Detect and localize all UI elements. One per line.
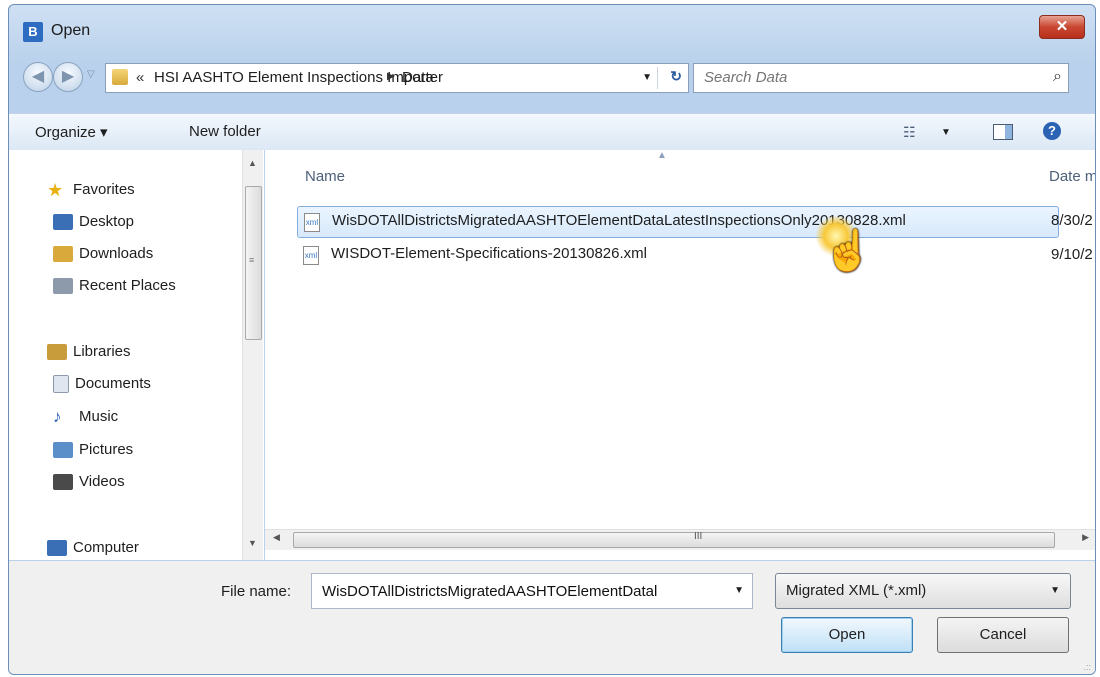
file-type-value: Migrated XML (*.xml): [786, 582, 927, 599]
sidebar-item-computer[interactable]: Computer: [47, 536, 139, 560]
documents-icon: [53, 375, 69, 394]
sidebar-item-label: Videos: [79, 473, 125, 490]
computer-icon: [47, 540, 67, 557]
address-dropdown-icon[interactable]: ▼: [642, 72, 652, 83]
column-header-date-modified[interactable]: Date m: [1049, 168, 1095, 185]
command-toolbar: Organize ▾ New folder ☷ ▼ ?: [9, 113, 1095, 151]
sidebar-item-label: Recent Places: [79, 277, 176, 294]
xml-file-icon: xml: [303, 246, 319, 265]
libraries-icon: [47, 344, 67, 361]
app-icon: B: [23, 22, 43, 42]
organize-button[interactable]: Organize ▾: [35, 123, 108, 141]
breadcrumb-overflow-chevron[interactable]: «: [136, 69, 144, 86]
sidebar-item-recent-places[interactable]: Recent Places: [53, 274, 176, 298]
open-file-dialog: B Open ✕ ◀ ▶ ▽ « HSI AASHTO Element Insp…: [8, 4, 1096, 675]
hand-cursor-icon: ☝: [823, 229, 873, 273]
forward-button[interactable]: ▶: [53, 62, 83, 92]
sidebar-item-label: Desktop: [79, 213, 135, 230]
sidebar-item-favorites[interactable]: ★ Favorites: [47, 178, 135, 202]
file-list: ▲ Name Date m xml WisDOTAllDistrictsMigr…: [265, 150, 1095, 560]
views-dropdown-icon[interactable]: ▼: [941, 127, 951, 138]
scroll-left-icon[interactable]: ◀: [273, 532, 280, 543]
file-name-label: File name:: [221, 583, 292, 600]
sidebar-item-pictures[interactable]: Pictures: [53, 438, 133, 462]
help-icon[interactable]: ?: [1043, 122, 1061, 140]
xml-file-icon: xml: [304, 213, 320, 232]
sidebar-item-label: Pictures: [79, 441, 134, 458]
sidebar-item-label: Favorites: [73, 181, 135, 198]
sidebar-item-music[interactable]: ♪ Music: [53, 405, 118, 429]
star-icon: ★: [47, 180, 64, 201]
sidebar-item-label: Documents: [75, 375, 151, 392]
file-list-horizontal-scrollbar[interactable]: ◀ III ▶: [265, 529, 1095, 550]
desktop-icon: [53, 214, 73, 231]
navigation-pane: ★ Favorites Desktop Downloads Recent Plac…: [9, 150, 264, 560]
dialog-footer: File name: ▼ Migrated XML (*.xml) ▼ Open…: [9, 561, 1095, 674]
music-icon: ♪: [53, 407, 62, 427]
search-icon[interactable]: ⌕: [1053, 68, 1062, 86]
column-header-name[interactable]: Name: [305, 168, 345, 185]
address-divider: [657, 67, 658, 89]
search-box[interactable]: ⌕: [693, 63, 1069, 93]
title-bar[interactable]: B Open ✕: [9, 5, 1095, 49]
navigation-bar: ◀ ▶ ▽ « HSI AASHTO Element Inspections I…: [9, 55, 1095, 95]
refresh-icon[interactable]: ↻: [670, 68, 682, 85]
search-input[interactable]: [702, 68, 1026, 87]
cancel-button[interactable]: Cancel: [937, 617, 1069, 653]
sidebar-item-videos[interactable]: Videos: [53, 470, 125, 494]
new-folder-button[interactable]: New folder: [189, 123, 261, 140]
recent-places-icon: [53, 278, 73, 295]
file-date: 9/10/2: [1051, 246, 1093, 263]
scroll-right-icon[interactable]: ▶: [1082, 532, 1089, 543]
sidebar-item-libraries[interactable]: Libraries: [47, 340, 131, 364]
file-row[interactable]: xml WISDOT-Element-Specifications-201308…: [297, 240, 1057, 270]
resize-grip-icon[interactable]: .::: [1083, 662, 1091, 672]
scrollbar-grip-icon: III: [694, 531, 703, 542]
sidebar-item-downloads[interactable]: Downloads: [53, 242, 153, 266]
folder-icon: [112, 69, 128, 85]
close-button[interactable]: ✕: [1039, 15, 1085, 39]
file-type-dropdown-icon[interactable]: ▼: [1050, 585, 1060, 596]
breadcrumb-importer-folder[interactable]: HSI AASHTO Element Inspections Importer: [154, 69, 443, 86]
sidebar-item-desktop[interactable]: Desktop: [53, 210, 134, 234]
dialog-title: Open: [51, 22, 91, 39]
file-name-input[interactable]: [320, 582, 724, 601]
file-name-combobox[interactable]: ▼: [311, 573, 753, 609]
scrollbar-thumb[interactable]: III: [293, 531, 1055, 548]
navigation-pane-scrollbar[interactable]: ▲ ≡ ▼: [242, 150, 263, 560]
file-type-select[interactable]: Migrated XML (*.xml) ▼: [775, 573, 1071, 609]
sidebar-item-documents[interactable]: Documents: [53, 372, 151, 396]
sidebar-item-label: Libraries: [73, 343, 131, 360]
sidebar-item-label: Downloads: [79, 245, 154, 262]
pictures-icon: [53, 442, 73, 459]
file-name-dropdown-icon[interactable]: ▼: [734, 585, 744, 596]
breadcrumb-data-folder[interactable]: Data: [402, 69, 434, 86]
videos-icon: [53, 474, 73, 491]
sidebar-item-label: Computer: [73, 539, 139, 556]
address-bar[interactable]: « HSI AASHTO Element Inspections Importe…: [105, 63, 689, 93]
file-date: 8/30/2: [1051, 212, 1093, 229]
scroll-up-icon[interactable]: ▲: [248, 158, 257, 168]
back-button[interactable]: ◀: [23, 62, 53, 92]
preview-pane-icon[interactable]: [993, 124, 1013, 140]
file-name: WISDOT-Element-Specifications-20130826.x…: [331, 245, 647, 262]
scrollbar-grip-icon: ≡: [249, 255, 255, 265]
sort-ascending-icon: ▲: [657, 150, 667, 161]
scroll-down-icon[interactable]: ▼: [248, 538, 257, 548]
file-row[interactable]: xml WisDOTAllDistrictsMigratedAASHTOElem…: [297, 206, 1059, 238]
change-view-icon[interactable]: ☷: [903, 124, 916, 141]
breadcrumb-separator-icon[interactable]: ▶: [387, 71, 395, 82]
sidebar-item-label: Music: [79, 408, 119, 425]
open-button[interactable]: Open: [781, 617, 913, 653]
recent-locations-dropdown[interactable]: ▽: [87, 69, 95, 80]
downloads-icon: [53, 246, 73, 263]
